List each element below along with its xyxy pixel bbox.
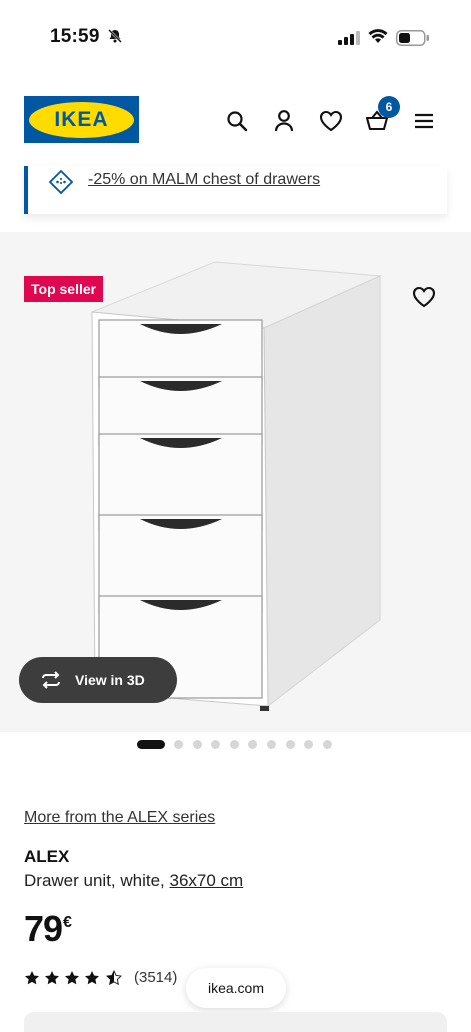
- site-header: IKEA: [0, 86, 471, 156]
- pagination-dot[interactable]: [304, 740, 314, 749]
- promo-link[interactable]: -25% on MALM chest of drawers: [88, 171, 320, 189]
- url-text: ikea.com: [207, 980, 265, 996]
- search-icon[interactable]: [224, 108, 250, 134]
- pagination-dot[interactable]: [211, 740, 221, 749]
- gallery-pagination: [137, 740, 341, 749]
- top-seller-badge: Top seller: [24, 276, 104, 302]
- status-time: 15:59: [50, 26, 100, 47]
- view-in-3d-label: View in 3D: [75, 672, 145, 688]
- pagination-dot[interactable]: [174, 740, 183, 749]
- series-link[interactable]: More from the ALEX series: [24, 809, 215, 827]
- dimensions-link[interactable]: 36x70 cm: [170, 871, 244, 890]
- logo-text: IKEA: [54, 107, 109, 131]
- rotate-3d-icon: [39, 671, 63, 689]
- ikea-logo[interactable]: IKEA: [24, 96, 139, 143]
- product-name: ALEX: [24, 847, 70, 866]
- star-icon: [85, 971, 99, 985]
- menu-icon[interactable]: [411, 108, 437, 134]
- rating-stars[interactable]: [24, 970, 128, 986]
- bottom-panel-edge: [24, 1012, 447, 1032]
- browser-url-pill[interactable]: ikea.com: [186, 968, 286, 1008]
- product-description: Drawer unit, white, 36x70 cm: [24, 871, 243, 891]
- star-icon: [25, 971, 39, 985]
- product-description-text: Drawer unit, white,: [24, 871, 170, 890]
- add-to-wishlist-heart-icon[interactable]: [412, 286, 436, 313]
- view-in-3d-button[interactable]: View in 3D: [19, 657, 177, 703]
- review-count[interactable]: (3514): [134, 969, 177, 986]
- pagination-dot[interactable]: [248, 740, 258, 749]
- offer-tag-icon: [48, 169, 74, 200]
- pagination-dot[interactable]: [322, 740, 332, 749]
- pagination-dot[interactable]: [266, 740, 276, 749]
- promo-banner[interactable]: -25% on MALM chest of drawers: [24, 166, 447, 214]
- pagination-dot[interactable]: [285, 740, 295, 749]
- star-icon: [45, 971, 59, 985]
- status-bar: 15:59: [0, 0, 471, 70]
- pagination-dot[interactable]: [229, 740, 239, 749]
- cart-count-badge: 6: [378, 96, 400, 118]
- battery-icon: [396, 30, 430, 51]
- product-price: 79€: [24, 908, 72, 950]
- pagination-dot[interactable]: [192, 740, 202, 749]
- price-value: 79: [24, 908, 63, 949]
- pagination-dot-active[interactable]: [137, 740, 165, 749]
- heart-icon[interactable]: [318, 108, 344, 134]
- account-icon[interactable]: [271, 108, 297, 134]
- half-star-icon: [106, 970, 122, 985]
- wifi-icon: [368, 28, 388, 49]
- star-icon: [65, 971, 79, 985]
- bell-slash-icon: [107, 28, 123, 49]
- price-currency: €: [63, 914, 72, 931]
- signal-icon: [338, 31, 360, 50]
